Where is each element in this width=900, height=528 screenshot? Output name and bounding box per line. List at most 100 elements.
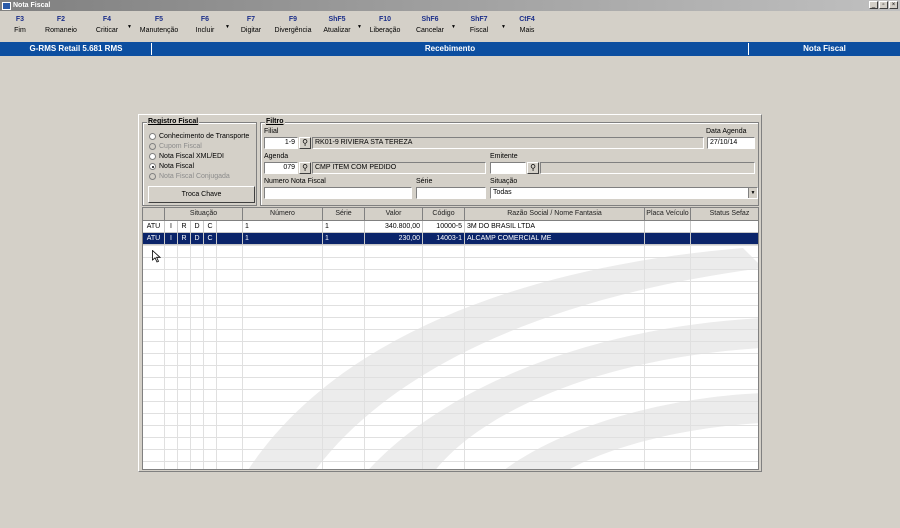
filtro-title: Filtro [265, 118, 285, 125]
toolbar-label: Romaneio [45, 27, 77, 34]
toolbar-button-digitar[interactable]: F7 Digitar [230, 14, 272, 40]
grid-line [143, 389, 758, 390]
radio-dot [149, 153, 156, 160]
main-panel: Registro Fiscal Conhecimento de Transpor… [138, 114, 762, 472]
grid-column-header[interactable]: Status Sefaz [691, 208, 758, 221]
radio-dot [149, 133, 156, 140]
maximize-button[interactable]: ▫ [879, 1, 888, 9]
table-cell-razao: 3M DO BRASIL LTDA [465, 221, 645, 233]
situacao-select[interactable]: Todas ▼ [490, 187, 758, 199]
table-cell-s4: C [204, 233, 217, 245]
grid-column-header[interactable]: Número [243, 208, 323, 221]
toolbar-button-atualizar[interactable]: ShF5 Atualizar ▼ [316, 14, 362, 40]
toolbar-button-cancelar[interactable]: ShF6 Cancelar ▼ [408, 14, 456, 40]
minimize-button[interactable]: _ [869, 1, 878, 9]
nota-fiscal-grid[interactable]: Situação Número Série Valor Código Razão Soci… [142, 207, 759, 470]
serie-input[interactable] [416, 187, 486, 199]
toolbar-button-fim[interactable]: F3 Fim [0, 14, 40, 40]
filial-search-icon[interactable]: ⚲ [299, 137, 311, 149]
radio-conhecimento-transporte[interactable]: Conhecimento de Transporte [149, 133, 249, 140]
toolbar-label: Atualizar [323, 27, 351, 34]
radio-nota-fiscal[interactable]: Nota Fiscal [149, 163, 194, 170]
toolbar-button-romaneio[interactable]: F2 Romaneio [40, 14, 82, 40]
toolbar-button-manutencao[interactable]: F5 Manutenção [134, 14, 184, 40]
toolbar-label: Digitar [240, 27, 262, 34]
toolbar-key: F9 [288, 16, 298, 23]
data-agenda-label: Data Agenda [706, 128, 747, 135]
table-cell-atu: ATU [143, 221, 165, 233]
window-title: Nota Fiscal [13, 2, 51, 9]
table-cell-razao: ALCAMP COMERCIAL ME [465, 233, 645, 245]
window-controls: _ ▫ × [869, 1, 898, 9]
grid-line [143, 377, 758, 378]
troca-chave-button[interactable]: Troca Chave [148, 186, 255, 203]
radio-cupom-fiscal[interactable]: Cupom Fiscal [149, 143, 202, 150]
toolbar-key: ShF7 [470, 16, 488, 23]
numero-nf-input[interactable] [264, 187, 412, 199]
toolbar-label: Incluir [195, 27, 215, 34]
grid-column-header[interactable]: Série [323, 208, 365, 221]
agenda-search-icon[interactable]: ⚲ [299, 162, 311, 174]
table-cell-s5 [217, 233, 243, 245]
grid-line [322, 221, 323, 469]
table-cell-s1: I [165, 221, 178, 233]
toolbar-label: Cancelar [415, 27, 444, 34]
emitente-search-icon[interactable]: ⚲ [527, 162, 539, 174]
table-cell-serie: 1 [323, 221, 365, 233]
registro-fiscal-title: Registro Fiscal [147, 118, 200, 125]
toolbar-button-liberacao[interactable]: F10 Liberação [362, 14, 408, 40]
toolbar-button-fiscal[interactable]: ShF7 Fiscal ▼ [456, 14, 506, 40]
toolbar-key: F7 [246, 16, 256, 23]
numero-nf-label: Numero Nota Fiscal [264, 178, 326, 185]
radio-nota-fiscal-conjugada[interactable]: Nota Fiscal Conjugada [149, 173, 230, 180]
table-cell-placa [645, 233, 691, 245]
table-cell-valor: 340.800,00 [365, 221, 423, 233]
dropdown-arrow-icon[interactable]: ▼ [127, 24, 132, 30]
registro-fiscal-group: Registro Fiscal Conhecimento de Transpor… [142, 118, 257, 206]
grid-column-header[interactable]: Código [423, 208, 465, 221]
grid-line [143, 413, 758, 414]
toolbar-button-divergencia[interactable]: F9 Divergência [272, 14, 314, 40]
toolbar-key: ShF6 [421, 16, 439, 23]
toolbar-button-criticar[interactable]: F4 Criticar ▼ [86, 14, 132, 40]
radio-dot [149, 173, 156, 180]
radio-nota-fiscal-xml[interactable]: Nota Fiscal XML/EDI [149, 153, 224, 160]
toolbar-label: Fiscal [469, 27, 489, 34]
grid-line [464, 221, 465, 469]
toolbar-key: F4 [102, 16, 112, 23]
grid-line [422, 221, 423, 469]
toolbar-label: Liberação [369, 27, 401, 34]
grid-column-header[interactable] [143, 208, 165, 221]
screen-title: Nota Fiscal [803, 44, 846, 53]
emitente-label: Emitente [490, 153, 518, 160]
grid-line [143, 461, 758, 462]
filial-code-input[interactable]: 1-9 [264, 137, 298, 149]
agenda-code-input[interactable]: 079 [264, 162, 298, 174]
header-bar: G-RMS Retail 5.681 RMS Recebimento Nota … [0, 42, 900, 56]
grid-line [143, 245, 758, 246]
toolbar-label: Divergência [274, 27, 312, 34]
grid-header: Situação Número Série Valor Código Razão Soci… [143, 208, 758, 221]
grid-column-header[interactable]: Situação [165, 208, 243, 221]
toolbar-label: Fim [14, 27, 26, 34]
toolbar-button-incluir[interactable]: F6 Incluir ▼ [184, 14, 230, 40]
toolbar-key: F2 [56, 16, 66, 23]
table-cell-numero: 1 [243, 221, 323, 233]
chevron-down-icon[interactable]: ▼ [748, 188, 757, 198]
grid-line [143, 437, 758, 438]
emitente-code-input[interactable] [490, 162, 526, 174]
grid-column-header[interactable]: Razão Social / Nome Fantasia [465, 208, 645, 221]
grid-column-header[interactable]: Valor [365, 208, 423, 221]
table-row[interactable]: ATU I R D C 1 1 340.800,00 10000-5 3M DO BRASIL L… [143, 221, 758, 233]
data-agenda-input[interactable]: 27/10/14 [707, 137, 755, 149]
table-cell-placa [645, 221, 691, 233]
grid-line [177, 221, 178, 469]
grid-column-header[interactable]: Placa Veículo [645, 208, 691, 221]
table-row[interactable]: ATU I R D C 1 1 230,00 14003-1 ALCAMP COMERCIAL M… [143, 233, 758, 245]
grid-line [143, 329, 758, 330]
close-button[interactable]: × [889, 1, 898, 9]
grid-line [143, 365, 758, 366]
title-bar: Nota Fiscal _ ▫ × [0, 0, 900, 11]
grid-line [143, 281, 758, 282]
toolbar-button-mais[interactable]: CtF4 Mais [506, 14, 548, 40]
